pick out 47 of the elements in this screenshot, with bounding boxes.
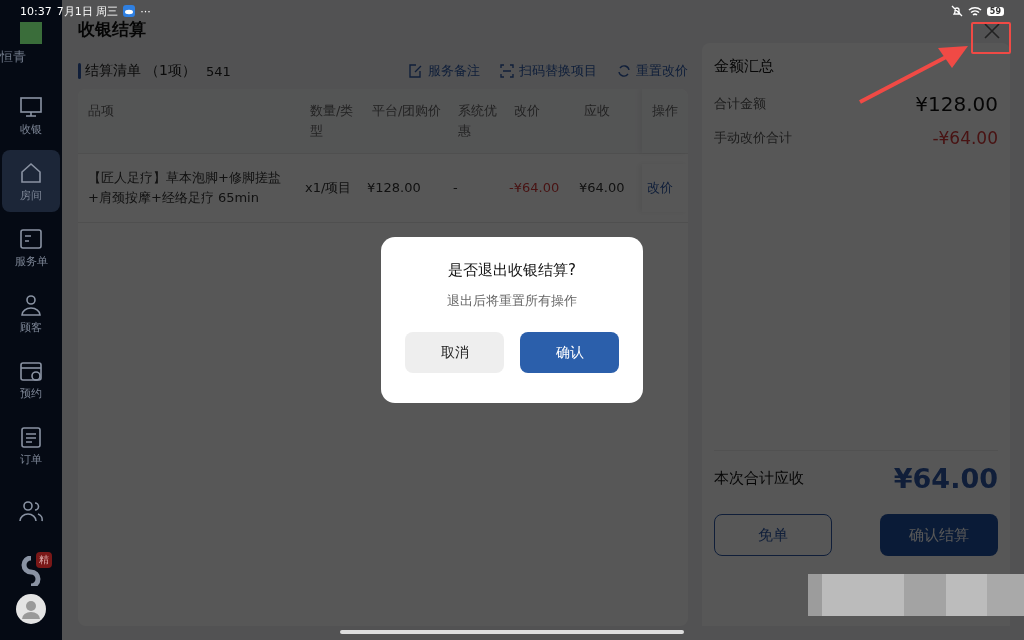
table-cell-text: x1/项目 xyxy=(304,179,353,197)
table-cell-text: ¥128.00 xyxy=(366,179,422,197)
status-time: 10:37 xyxy=(20,4,52,18)
section-title: 结算清单 xyxy=(85,62,141,80)
item-count: （1项） xyxy=(145,62,196,80)
wifi-icon xyxy=(967,5,982,17)
sidebar-label: 收银 xyxy=(20,121,42,137)
brand-name: 恒青 xyxy=(0,48,27,66)
sidebar-label: 服务单 xyxy=(14,253,48,269)
sidebar-label: 房间 xyxy=(20,187,42,203)
status-more: ··· xyxy=(140,4,151,18)
weather-icon xyxy=(123,5,136,17)
dialog-message: 退出后将重置所有操作 xyxy=(447,292,577,310)
logo-icon xyxy=(20,22,42,44)
confirm-button[interactable]: 确认 xyxy=(520,332,619,373)
table-cell-text: - xyxy=(452,179,459,197)
total-amount: ¥64.00 xyxy=(893,463,998,494)
sidebar-label: 预约 xyxy=(20,385,42,401)
sidebar-label: 订单 xyxy=(20,451,42,467)
sidebar-item[interactable]: 房间 xyxy=(2,150,60,212)
refresh-icon xyxy=(617,64,631,78)
sidebar-item[interactable]: 预约 xyxy=(2,348,60,410)
total-label: 本次合计应收 xyxy=(714,469,804,488)
dialog-title: 是否退出收银结算? xyxy=(448,261,576,280)
people-icon xyxy=(18,498,44,524)
bell-muted-icon xyxy=(950,5,963,17)
status-date: 7月1日 周三 xyxy=(56,3,119,19)
summary-value: -¥64.00 xyxy=(932,128,998,148)
order-code: 541 xyxy=(205,63,231,79)
edit-icon xyxy=(409,64,423,78)
cancel-button[interactable]: 取消 xyxy=(405,332,504,373)
avatar-icon[interactable] xyxy=(16,594,46,624)
promo-badge: 精 xyxy=(36,552,52,568)
highlight-frame xyxy=(971,22,1011,54)
sidebar-item[interactable]: 服务单 xyxy=(2,216,60,278)
table-cell-text: 【匠人足疗】草本泡脚+修脚搓盐+肩颈按摩+经络足疗 65min xyxy=(87,169,282,207)
table-cell-text: ¥64.00 xyxy=(578,179,626,197)
sidebar-item[interactable]: 订单 xyxy=(2,414,60,476)
sidebar-item[interactable]: 顾客 xyxy=(2,282,60,344)
scan-icon xyxy=(500,64,514,78)
sidebar-label: 顾客 xyxy=(20,319,42,335)
summary-title: 金额汇总 xyxy=(714,57,775,76)
table-cell-text: -¥64.00 xyxy=(508,179,561,197)
close-icon[interactable] xyxy=(983,22,1001,40)
sidebar-item[interactable]: 收银 xyxy=(2,84,60,146)
page-title: 收银结算 xyxy=(78,18,146,41)
summary-value: ¥128.00 xyxy=(915,92,998,116)
